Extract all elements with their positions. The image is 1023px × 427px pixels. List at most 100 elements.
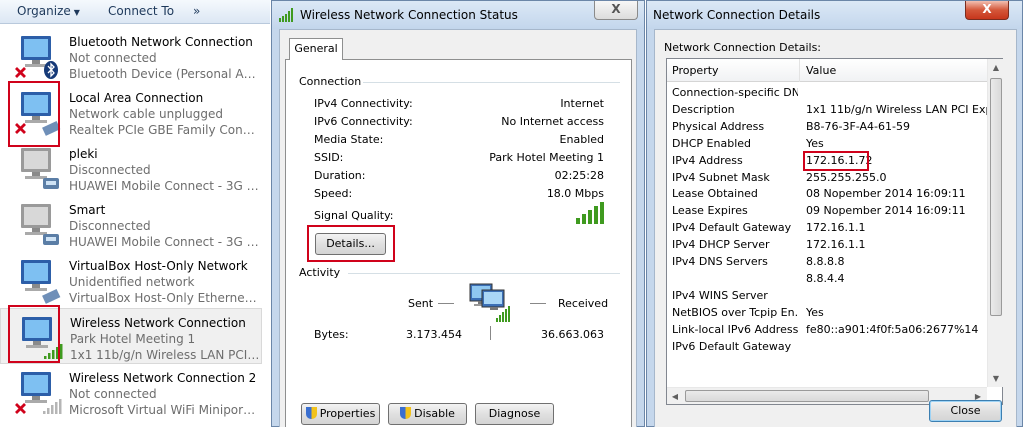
detail-property: Connection-specific DN...: [672, 86, 798, 99]
scroll-down-icon[interactable]: ▼: [988, 370, 1004, 387]
vertical-scrollbar[interactable]: ▲ ▼: [987, 59, 1003, 387]
bluetooth-network-icon: [15, 36, 58, 79]
detail-row[interactable]: Lease Expires 09 Nopember 2014 16:09:11: [667, 203, 987, 220]
scroll-left-icon[interactable]: ◀: [667, 388, 683, 405]
connect-to-button[interactable]: Connect To: [108, 4, 174, 18]
signal-quality-label: Signal Quality:: [314, 209, 394, 222]
sent-label: Sent: [408, 297, 434, 310]
connection-device: HUAWEI Mobile Connect - 3G M...: [69, 179, 259, 193]
detail-row[interactable]: Lease Obtained 08 Nopember 2014 16:09:11: [667, 186, 987, 203]
status-row-value: Enabled: [559, 133, 604, 146]
details-list[interactable]: Property Value Connection-specific DN...…: [666, 58, 1003, 405]
connection-item[interactable]: pleki Disconnected HUAWEI Mobile Connect -…: [0, 140, 262, 196]
status-row-value: 18.0 Mbps: [546, 187, 604, 200]
detail-row[interactable]: 8.8.4.4: [667, 271, 987, 288]
tab-general[interactable]: General: [289, 38, 343, 60]
connection-status: Not connected: [69, 387, 157, 401]
shield-icon: [305, 407, 317, 419]
status-row-value: Internet: [560, 97, 604, 110]
detail-property: Physical Address: [672, 119, 765, 133]
status-client-area: General Connection IPv4 Connectivity: Int…: [279, 29, 637, 427]
organize-menu[interactable]: Organize ▼: [17, 4, 80, 18]
connection-status: Network cable unplugged: [69, 107, 224, 121]
detail-property: Lease Obtained: [672, 187, 758, 201]
detail-row[interactable]: NetBIOS over Tcpip En... Yes: [667, 305, 987, 322]
network-activity-icon: [469, 283, 510, 322]
general-tab-panel: Connection IPv4 Connectivity: Internet IPv…: [285, 59, 632, 427]
connection-item[interactable]: Smart Disconnected HUAWEI Mobile Connect -…: [0, 196, 262, 252]
connection-device: HUAWEI Mobile Connect - 3G M...: [69, 235, 259, 249]
status-row-value: Park Hotel Meeting 1: [489, 151, 604, 164]
property-column-header[interactable]: Property: [672, 64, 719, 77]
detail-row[interactable]: IPv4 WINS Server: [667, 288, 987, 305]
connection-name: VirtualBox Host-Only Network: [69, 259, 248, 273]
connection-text: pleki Disconnected HUAWEI Mobile Connect -…: [69, 146, 259, 194]
signal-bar: [582, 214, 586, 224]
detail-row[interactable]: Physical Address B8-76-3F-A4-61-59: [667, 119, 987, 136]
value-column-header[interactable]: Value: [806, 64, 836, 77]
bytes-divider: [490, 326, 491, 340]
status-titlebar[interactable]: Wireless Network Connection Status X: [272, 1, 644, 29]
detail-value: 8.8.8.8: [806, 255, 845, 268]
received-label: Received: [558, 297, 609, 310]
detail-row[interactable]: IPv6 Default Gateway: [667, 339, 987, 356]
detail-row[interactable]: IPv4 Subnet Mask 255.255.255.0: [667, 170, 987, 187]
status-row-value: No Internet access: [501, 115, 604, 128]
details-window-title: Network Connection Details: [653, 8, 821, 22]
organize-label: Organize: [17, 4, 71, 18]
highlight-box: [8, 81, 60, 147]
connection-item[interactable]: Bluetooth Network Connection Not connecte…: [0, 28, 262, 84]
connection-item[interactable]: VirtualBox Host-Only Network Unidentified…: [0, 252, 262, 308]
scroll-up-icon[interactable]: ▲: [988, 59, 1004, 76]
detail-property: IPv4 WINS Server: [672, 288, 768, 302]
close-window-button[interactable]: X: [594, 1, 638, 20]
connection-name: Local Area Connection: [69, 91, 204, 105]
diagnose-button[interactable]: Diagnose: [475, 403, 554, 425]
activity-group-label: Activity: [299, 266, 341, 279]
close-button[interactable]: Close: [929, 400, 1002, 422]
bytes-sent-value: 3.173.454: [406, 328, 462, 341]
details-group-label: Network Connection Details:: [664, 41, 822, 54]
overflow-chevron-icon[interactable]: »: [193, 4, 200, 18]
connection-name: Smart: [69, 203, 106, 217]
highlight-box: [803, 151, 869, 171]
detail-property: Lease Expires: [672, 204, 748, 218]
detail-row[interactable]: IPv4 DNS Servers 8.8.8.8: [667, 254, 987, 271]
connection-text: VirtualBox Host-Only Network Unidentified…: [69, 258, 259, 306]
detail-value: 172.16.1.1: [806, 221, 866, 235]
signal-bar: [588, 210, 592, 224]
connection-item[interactable]: Wireless Network Connection 2 Not connect…: [0, 364, 262, 420]
detail-value: fe80::a901:4f0f:5a06:2677%14: [806, 322, 979, 336]
detail-row[interactable]: Description 1x1 11b/g/n Wireless LAN PCI …: [667, 102, 987, 119]
received-line: [530, 303, 546, 304]
properties-button[interactable]: Properties: [301, 403, 380, 425]
column-divider[interactable]: [799, 59, 800, 82]
close-window-button[interactable]: X: [965, 1, 1009, 20]
detail-property: NetBIOS over Tcpip En...: [672, 305, 798, 319]
details-titlebar[interactable]: Network Connection Details X: [647, 1, 1022, 29]
bytes-received-value: 36.663.063: [541, 328, 604, 341]
status-window: Wireless Network Connection Status X Gen…: [271, 0, 645, 427]
detail-property: IPv6 Default Gateway: [672, 339, 792, 353]
wireless-signal-icon: [279, 8, 293, 22]
vertical-scroll-thumb[interactable]: [990, 78, 1002, 316]
details-client-area: Network Connection Details: Property Val…: [654, 29, 1017, 427]
detail-value: B8-76-3F-A4-61-59: [806, 119, 910, 133]
connection-device: VirtualBox Host-Only Ethernet Ad...: [69, 291, 259, 305]
connection-status: Unidentified network: [69, 275, 195, 289]
detail-row[interactable]: IPv4 DHCP Server 172.16.1.1: [667, 237, 987, 254]
connection-group-label: Connection: [299, 75, 362, 88]
connection-device: Realtek PCIe GBE Family Controller: [69, 123, 259, 137]
signal-bar: [576, 218, 580, 224]
connection-name: Wireless Network Connection: [70, 316, 246, 330]
connection-device: 1x1 11b/g/n Wireless LAN PCI Exp...: [70, 348, 260, 362]
horizontal-scroll-thumb[interactable]: [685, 390, 929, 402]
disable-button[interactable]: Disable: [388, 403, 467, 425]
detail-row[interactable]: Connection-specific DN...: [667, 85, 987, 102]
detail-property: DHCP Enabled: [672, 136, 752, 150]
detail-row[interactable]: Link-local IPv6 Address fe80::a901:4f0f:5…: [667, 322, 987, 339]
group-divider: [348, 273, 620, 274]
detail-row[interactable]: IPv4 Default Gateway 172.16.1.1: [667, 220, 987, 237]
connection-name: Bluetooth Network Connection: [69, 35, 253, 49]
signal-bar: [600, 202, 604, 224]
